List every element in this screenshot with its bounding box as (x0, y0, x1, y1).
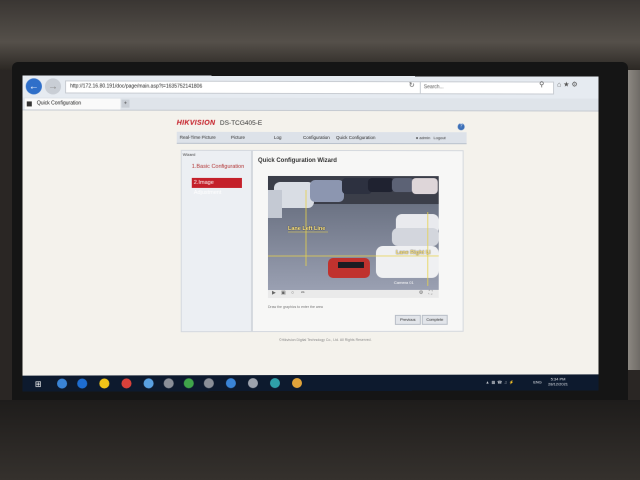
live-video-view[interactable]: Lane Left Line Lane Right Li Camera 01 (268, 176, 439, 290)
monitor-screen: ← → http://172.16.80.191/doc/page/main.a… (23, 75, 599, 391)
forward-button[interactable]: → (45, 78, 61, 94)
app-icon[interactable] (144, 378, 154, 388)
app-icon-4[interactable] (226, 378, 236, 388)
draw-icon[interactable]: ✏ (301, 290, 305, 296)
start-icon[interactable]: ⊞ (35, 380, 42, 389)
user-area: ● admin Logout (416, 133, 446, 142)
app-icon-3[interactable] (204, 378, 214, 388)
previous-button[interactable]: Previous (395, 315, 421, 325)
menu-quick-configuration[interactable]: Quick Configuration (336, 133, 375, 142)
search-input[interactable]: Search... (420, 81, 554, 94)
device-model: DS-TCG405-E (220, 120, 262, 127)
menu-real-time-picture[interactable]: Real-Time Picture (180, 133, 216, 142)
sidebar-title: Wizard (183, 152, 195, 157)
chrome-icon-2[interactable] (292, 378, 302, 388)
step-image-adjustment[interactable]: 2.Image Adjustment (192, 178, 242, 188)
help-icon[interactable]: ? (458, 123, 465, 130)
language-indicator[interactable]: ENG (533, 379, 542, 384)
explorer-icon[interactable] (99, 378, 109, 388)
play-icon[interactable]: ▶ (272, 290, 276, 296)
username: admin (419, 135, 430, 140)
favicon-icon (27, 101, 32, 106)
ie-icon[interactable] (77, 379, 87, 389)
browser-tools-icons[interactable]: ⌂★⚙ (557, 81, 580, 89)
zoom-icon[interactable]: ○ (291, 290, 294, 296)
app-icon-2[interactable] (164, 378, 174, 388)
refresh-icon[interactable]: ↻ (409, 81, 415, 89)
app-icon-5[interactable] (248, 378, 258, 388)
tab-quick-configuration[interactable]: Quick Configuration (25, 98, 121, 109)
step-basic-configuration[interactable]: 1.Basic Configuration (192, 164, 244, 170)
settings-icon[interactable]: ⚙ (419, 290, 423, 296)
lane-left-label: Lane Left Line (288, 226, 325, 232)
wechat-icon[interactable] (184, 378, 194, 388)
copyright-footer: ©Hikvision Digital Technology Co., Ltd. … (279, 338, 372, 342)
address-bar[interactable]: http://172.16.80.191/doc/page/main.asp?t… (65, 80, 422, 94)
parking-lot-scene (268, 176, 439, 290)
camera-label: Camera 01 (394, 280, 414, 285)
complete-button[interactable]: Complete (422, 315, 448, 325)
system-tray-icons[interactable]: ▲▩☎♫⚡ (486, 380, 517, 385)
lane-right-label: Lane Right Li (396, 250, 431, 256)
menu-configuration[interactable]: Configuration (303, 133, 330, 142)
app-icon-6[interactable] (270, 378, 280, 388)
wizard-title: Quick Configuration Wizard (258, 158, 337, 164)
desk-surface (0, 400, 640, 480)
menu-log[interactable]: Log (274, 133, 282, 142)
back-button[interactable]: ← (26, 78, 42, 94)
background-wall (0, 0, 640, 70)
menu-picture[interactable]: Picture (231, 133, 245, 142)
draw-hint: Draw the graphics to enter the area (268, 305, 323, 309)
taskbar-clock[interactable]: 5:34 PM 28/12/2021 (548, 376, 568, 386)
user-icon: ● (416, 135, 418, 140)
edge-icon[interactable] (57, 379, 67, 389)
new-tab-button[interactable]: + (121, 100, 129, 108)
search-icon[interactable]: ⚲ (539, 81, 544, 89)
chrome-icon[interactable] (121, 378, 131, 388)
clock-date: 28/12/2021 (548, 381, 568, 386)
logout-link[interactable]: Logout (434, 135, 446, 140)
camera-icon[interactable]: ▣ (281, 290, 286, 296)
hikvision-logo: HIKVISION (177, 120, 216, 127)
fullscreen-icon[interactable]: ⛶ (429, 290, 433, 296)
